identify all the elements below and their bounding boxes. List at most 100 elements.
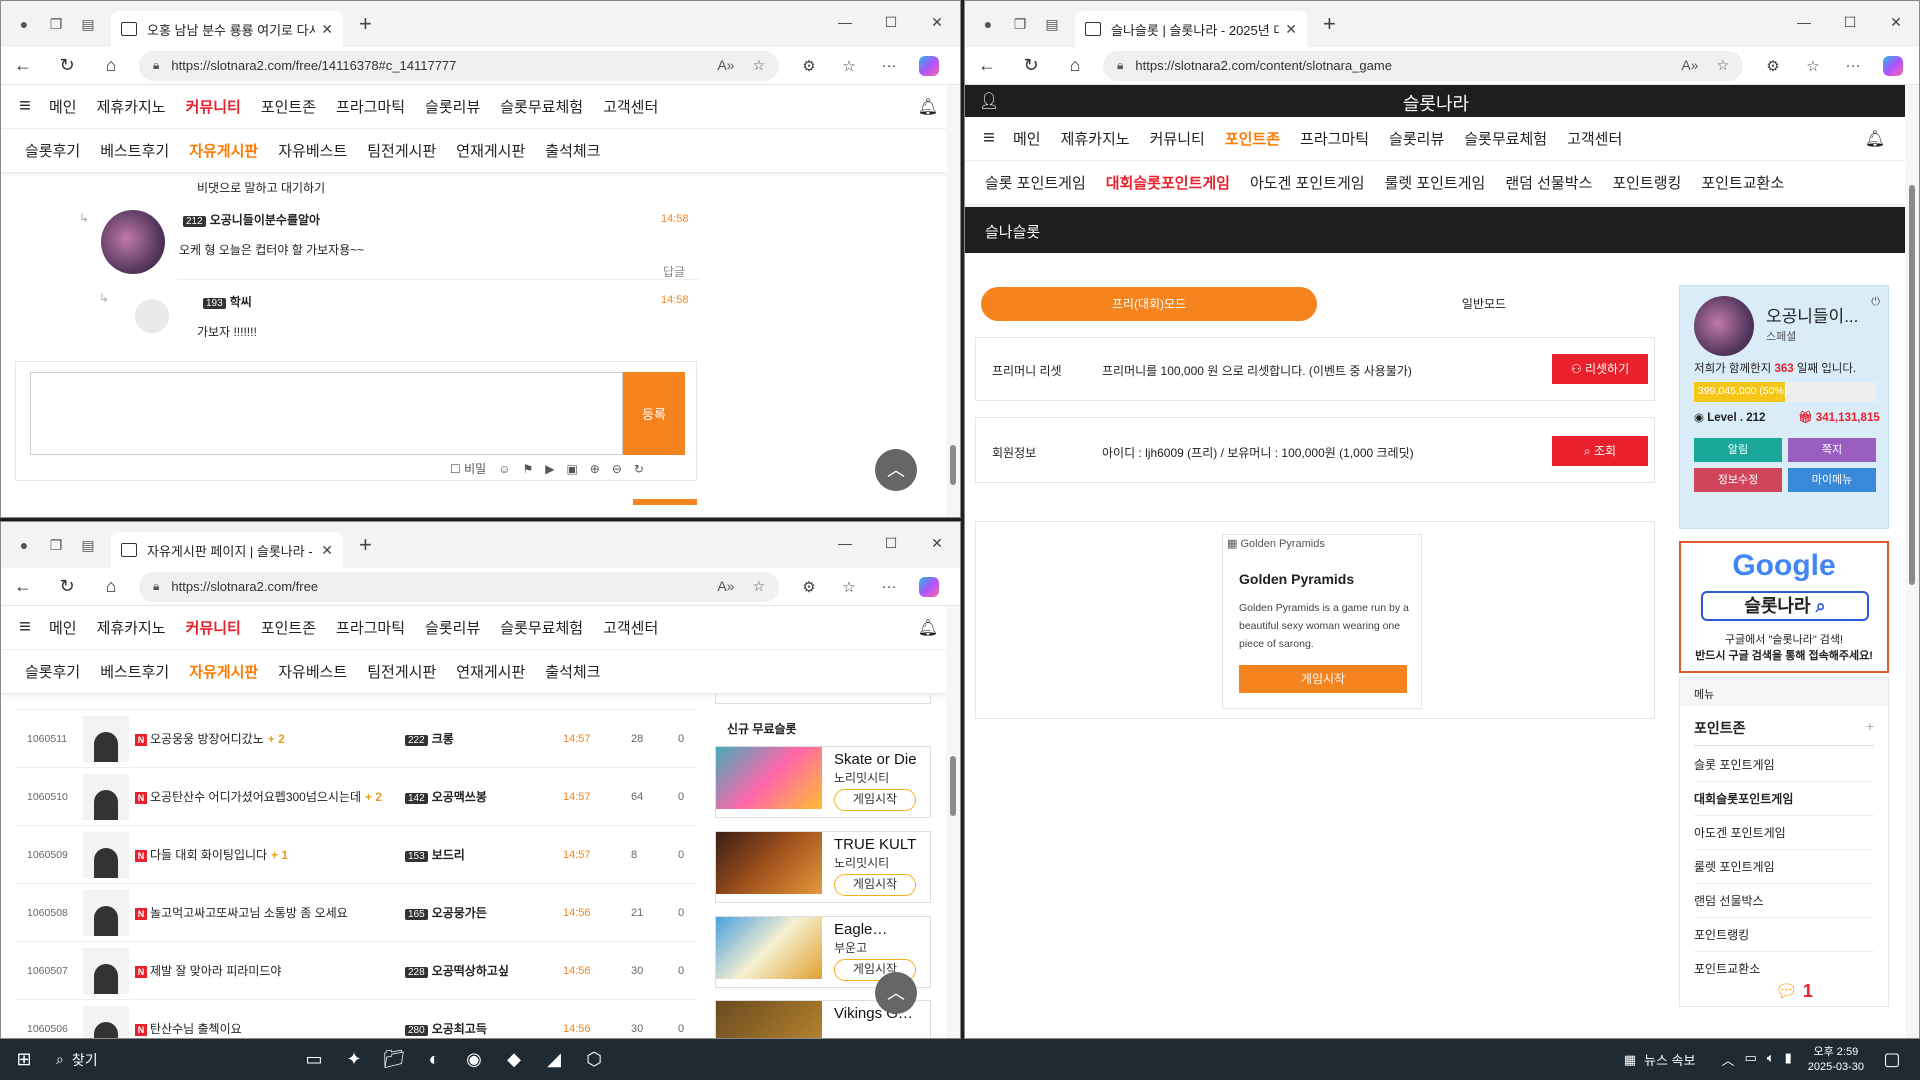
scrollbar[interactable]	[946, 606, 960, 1038]
subnav-item[interactable]: 연재게시판	[456, 661, 525, 682]
refresh-icon[interactable]: ↻	[45, 576, 89, 597]
copilot-icon[interactable]: ✦	[334, 1040, 374, 1080]
edge-icon[interactable]: ◐	[414, 1040, 454, 1080]
favorites-icon[interactable]: ☆	[1793, 57, 1833, 75]
power-icon[interactable]: ⏻	[1871, 296, 1880, 309]
nav-point-zone[interactable]: 포인트존	[1225, 128, 1280, 149]
network-icon[interactable]: ▭	[1744, 1050, 1756, 1069]
volume-icon[interactable]: 🔈︎	[1767, 1050, 1775, 1069]
menu-icon[interactable]: ≡	[1, 616, 49, 639]
post-author[interactable]: 280 오공최고득	[405, 1020, 487, 1037]
menu-item[interactable]: 랜덤 선물박스	[1694, 884, 1874, 918]
tab-actions-icon[interactable]: ▤	[79, 15, 97, 33]
image-icon[interactable]: ▣	[566, 462, 577, 476]
extensions-icon[interactable]: ⚙	[1753, 57, 1793, 75]
reset-button[interactable]: ⚇ 리셋하기	[1552, 354, 1648, 384]
nav-pragmatic[interactable]: 프라그마틱	[336, 617, 405, 638]
read-aloud-icon[interactable]: A»	[717, 57, 734, 74]
post-title[interactable]: N 제발 잘 맞아라 피라미드야	[135, 962, 285, 979]
game-card[interactable]: Skate or Die 노리밋시티 게임시작	[715, 746, 931, 818]
app-icon[interactable]: ◢	[534, 1040, 574, 1080]
comment-author[interactable]: 212 오공니들이분수를알아	[183, 211, 320, 228]
subnav-item[interactable]: 출석체크	[545, 140, 600, 161]
nav-slot-review[interactable]: 슬롯리뷰	[425, 96, 480, 117]
nav-pragmatic[interactable]: 프라그마틱	[336, 96, 405, 117]
extensions-icon[interactable]: ⚙	[789, 57, 829, 75]
menu-item[interactable]: 아도겐 포인트게임	[1694, 816, 1874, 850]
refresh-icon[interactable]: ↻	[45, 55, 89, 76]
post-thumbnail[interactable]	[83, 1005, 129, 1038]
lookup-button[interactable]: ⌕ 조회	[1552, 436, 1648, 466]
normal-mode-tab[interactable]: 일반모드	[1317, 287, 1651, 321]
chat-widget[interactable]: 💬︎ 1	[1775, 981, 1813, 1002]
scrollbar[interactable]	[1905, 85, 1919, 1038]
post-title[interactable]: N 탄산수님 출첵이요	[135, 1020, 246, 1037]
bell-icon[interactable]: 🔔︎	[918, 97, 938, 117]
nav-point-zone[interactable]: 포인트존	[261, 96, 316, 117]
subnav-item[interactable]: 베스트후기	[100, 140, 169, 161]
app-icon[interactable]: ⬡	[574, 1040, 614, 1080]
url-field[interactable]: 🔒︎ https://slotnara2.com/content/slotnara…	[1103, 50, 1743, 81]
flag-icon[interactable]: ⚑	[522, 462, 533, 476]
game-card[interactable]: TRUE KULT 노리밋시티 게임시작	[715, 831, 931, 903]
url-field[interactable]: 🔒︎ https://slotnara2.com/free/14116378#c_…	[139, 50, 779, 81]
scroll-top-button[interactable]: ︿	[875, 449, 917, 491]
close-window-icon[interactable]: ✕	[914, 14, 960, 31]
favorite-star-icon[interactable]: ☆	[752, 578, 765, 595]
menu-icon[interactable]: ≡	[1, 95, 49, 118]
refresh-icon[interactable]: ↻	[634, 462, 644, 476]
minimize-icon[interactable]: —	[1781, 14, 1827, 30]
nav-partner-casino[interactable]: 제휴카지노	[97, 96, 166, 117]
subnav-item[interactable]: 룰렛 포인트게임	[1385, 172, 1486, 193]
notifications-icon[interactable]: ▢	[1872, 1040, 1912, 1080]
more-icon[interactable]: ···	[869, 57, 909, 74]
post-title[interactable]: N 놀고먹고싸고또싸고님 소통방 좀 오세요	[135, 904, 352, 921]
home-icon[interactable]: ⌂	[89, 55, 133, 76]
subnav-item[interactable]: 포인트교환소	[1701, 172, 1784, 193]
browser-tab[interactable]: 자유게시판 페이지 | 슬롯나라 - 2 ✕	[111, 532, 343, 568]
subnav-item-tournament[interactable]: 대회슬롯포인트게임	[1106, 172, 1230, 193]
back-icon[interactable]: ←	[1, 55, 45, 76]
nav-point-zone[interactable]: 포인트존	[261, 617, 316, 638]
scrollbar[interactable]	[946, 85, 960, 517]
chrome-icon[interactable]: ◉	[454, 1040, 494, 1080]
alarm-button[interactable]: 알림	[1694, 438, 1782, 462]
favorite-star-icon[interactable]: ☆	[752, 57, 765, 74]
subnav-item[interactable]: 자유베스트	[278, 661, 347, 682]
more-icon[interactable]: ···	[1833, 57, 1873, 74]
nav-partner-casino[interactable]: 제휴카지노	[1061, 128, 1130, 149]
bell-icon[interactable]: 🔔︎	[1865, 129, 1885, 149]
minimize-icon[interactable]: —	[822, 14, 868, 30]
bell-icon[interactable]: 🔔︎	[918, 618, 938, 638]
nav-main[interactable]: 메인	[49, 96, 77, 117]
post-title[interactable]: N 오공웅웅 방장어디갔노 + 2	[135, 730, 285, 747]
system-tray[interactable]: ︿ ▭ 🔈︎ ▮	[1721, 1050, 1791, 1069]
post-thumbnail[interactable]	[83, 947, 129, 994]
nav-support[interactable]: 고객센터	[603, 96, 658, 117]
post-thumbnail[interactable]	[83, 773, 129, 820]
post-thumbnail[interactable]	[83, 715, 129, 762]
nav-support[interactable]: 고객센터	[1567, 128, 1622, 149]
nav-free-slot[interactable]: 슬롯무료체험	[1464, 128, 1547, 149]
subnav-item[interactable]: 슬롯후기	[25, 661, 80, 682]
copilot-icon[interactable]	[919, 576, 939, 597]
favorite-star-icon[interactable]: ☆	[1716, 57, 1729, 74]
nav-free-slot[interactable]: 슬롯무료체험	[500, 96, 583, 117]
profile-nick[interactable]: 오공니들이...	[1766, 302, 1858, 327]
game-start-button[interactable]: 게임시작	[834, 874, 916, 896]
message-button[interactable]: 쪽지	[1788, 438, 1876, 462]
copilot-icon[interactable]	[1883, 55, 1903, 76]
read-aloud-icon[interactable]: A»	[717, 578, 734, 595]
game-start-button[interactable]: 게임시작	[834, 789, 916, 811]
avatar[interactable]	[1694, 296, 1754, 356]
minimize-icon[interactable]: —	[822, 535, 868, 551]
subnav-item[interactable]: 팀전게시판	[367, 140, 436, 161]
subnav-item[interactable]: 포인트랭킹	[1612, 172, 1681, 193]
table-row[interactable]: 1060511 N 오공웅웅 방장어디갔노 + 2 222 크롱 14:57 28 0	[15, 710, 697, 768]
my-menu-button[interactable]: 마이메뉴	[1788, 468, 1876, 492]
post-title[interactable]: N 다들 대회 화이팅입니다 + 1	[135, 846, 288, 863]
subnav-item[interactable]: 베스트후기	[100, 661, 169, 682]
workspaces-icon[interactable]: ❐	[47, 536, 65, 554]
site-title[interactable]: 슬롯나라	[965, 90, 1907, 116]
collapse-icon[interactable]: +	[1866, 718, 1874, 734]
